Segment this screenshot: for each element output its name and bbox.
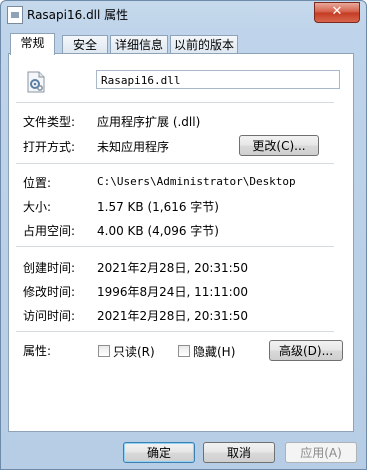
size-on-disk-label: 占用空间:	[23, 224, 76, 238]
apply-button[interactable]: 应用(A)	[285, 442, 357, 463]
separator	[16, 102, 334, 103]
advanced-button[interactable]: 高级(D)...	[269, 340, 343, 361]
size-label: 大小:	[23, 200, 52, 214]
separator	[16, 331, 334, 332]
accessed-label: 访问时间:	[23, 309, 76, 323]
created-label: 创建时间:	[23, 261, 76, 275]
size-value: 1.57 KB (1,616 字节)	[97, 200, 219, 214]
opens-with-label: 打开方式:	[23, 140, 76, 154]
tab-general[interactable]: 常规	[10, 33, 55, 55]
size-on-disk-value: 4.00 KB (4,096 字节)	[97, 224, 219, 238]
title-bar[interactable]: Rasapi16.dll 属性 ✕	[1, 1, 366, 29]
location-value: C:\Users\Administrator\Desktop	[97, 175, 296, 188]
modified-value: 1996年8月24日, 11:11:00	[97, 285, 248, 299]
hidden-checkbox[interactable]	[178, 345, 190, 357]
properties-window: Rasapi16.dll 属性 ✕ 常规 安全 详细信息 以前的版本 Rasap…	[0, 0, 367, 470]
file-icon	[7, 6, 23, 24]
accessed-value: 2021年2月28日, 20:31:50	[97, 309, 248, 323]
readonly-checkbox[interactable]	[98, 345, 110, 357]
change-button[interactable]: 更改(C)...	[239, 135, 319, 156]
separator	[16, 246, 334, 247]
file-type-value: 应用程序扩展 (.dll)	[97, 115, 201, 129]
tab-details[interactable]: 详细信息	[110, 35, 168, 54]
modified-label: 修改时间:	[23, 285, 76, 299]
close-button[interactable]: ✕	[314, 2, 360, 23]
general-panel	[8, 53, 354, 432]
file-type-label: 文件类型:	[23, 115, 76, 129]
window-title: Rasapi16.dll 属性	[27, 8, 129, 22]
created-value: 2021年2月28日, 20:31:50	[97, 261, 248, 275]
ok-button[interactable]: 确定	[123, 442, 195, 463]
tab-previous-versions[interactable]: 以前的版本	[170, 35, 238, 54]
tab-security[interactable]: 安全	[62, 35, 108, 54]
cancel-button[interactable]: 取消	[203, 442, 275, 463]
separator	[16, 163, 334, 164]
readonly-label[interactable]: 只读(R)	[113, 343, 155, 360]
location-label: 位置:	[23, 176, 52, 190]
opens-with-value: 未知应用程序	[97, 140, 170, 154]
dll-file-icon	[27, 71, 45, 93]
attributes-label: 属性:	[23, 344, 52, 358]
hidden-label[interactable]: 隐藏(H)	[193, 343, 235, 360]
file-name-input[interactable]: Rasapi16.dll	[96, 70, 340, 89]
